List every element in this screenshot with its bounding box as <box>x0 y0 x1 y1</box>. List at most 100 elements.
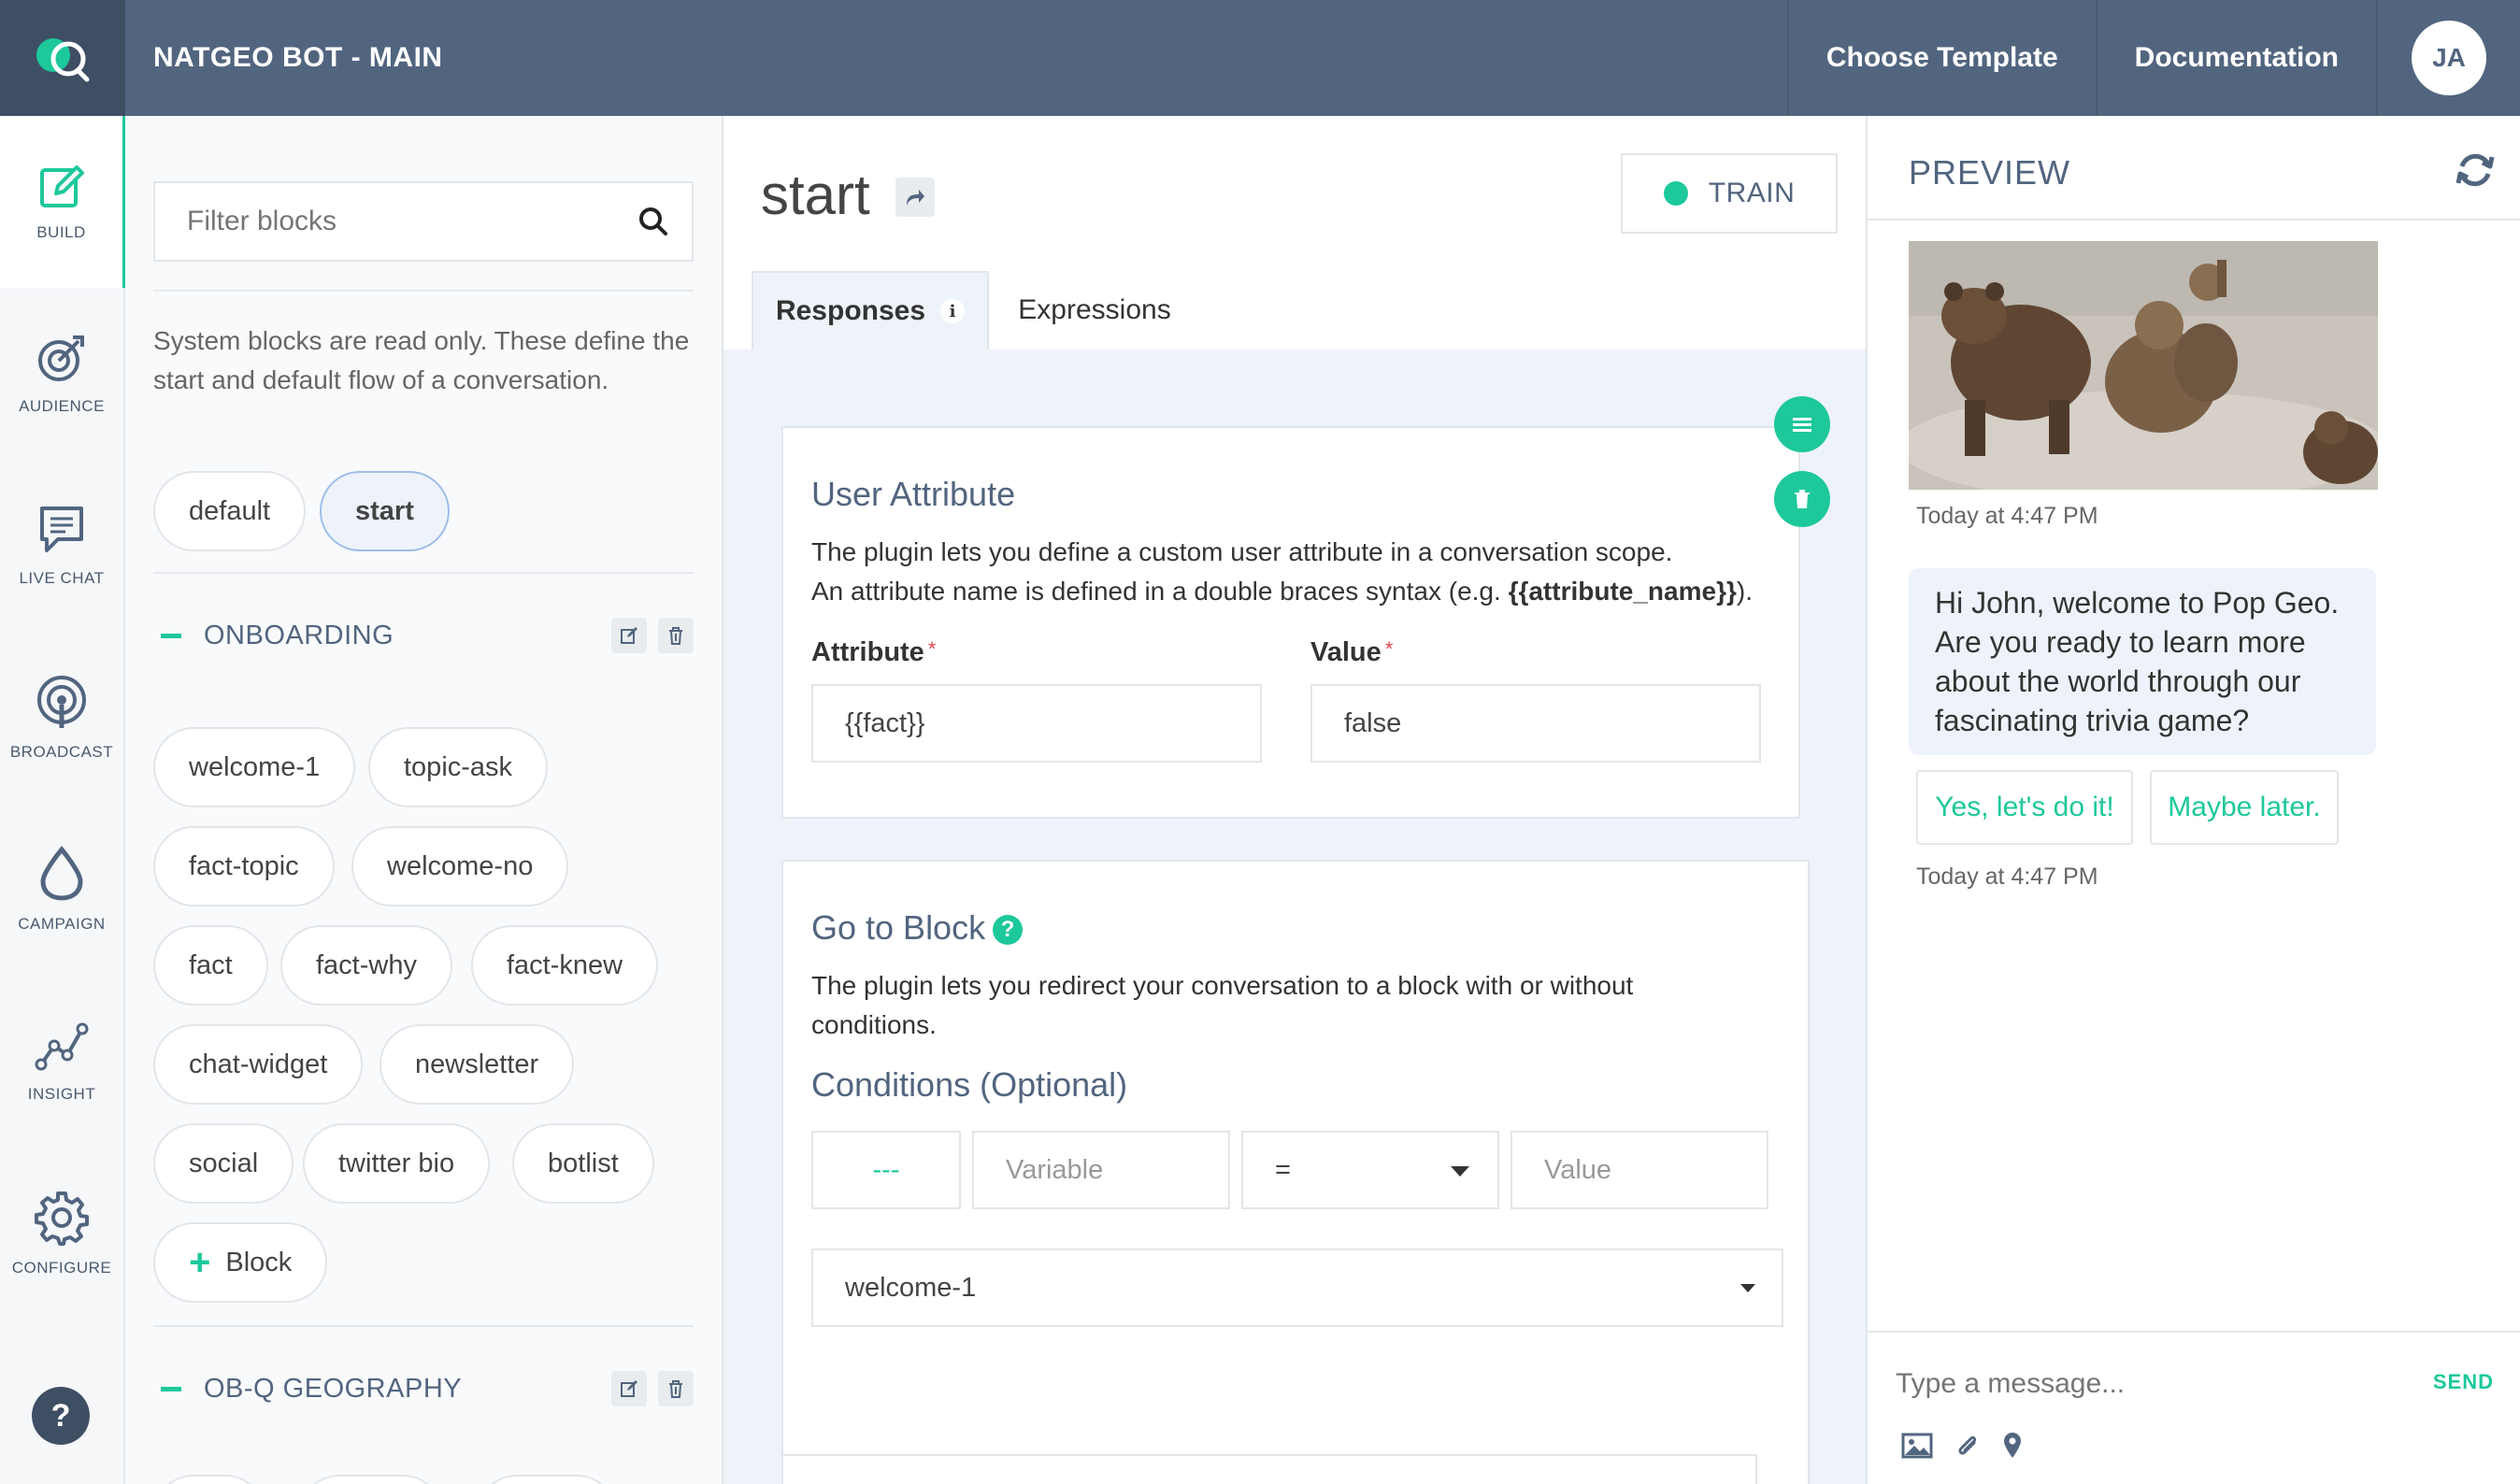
delete-group-button[interactable] <box>658 1371 694 1406</box>
condition-connector[interactable]: --- <box>811 1131 961 1209</box>
message-input[interactable] <box>1896 1361 2363 1407</box>
quick-reply-button[interactable]: Yes, let's do it! <box>1916 770 2133 845</box>
add-block-label: Block <box>225 1247 293 1277</box>
chevron-down-icon <box>1451 1166 1469 1177</box>
tab-label: Expressions <box>1018 294 1171 325</box>
chart-line-icon <box>35 1022 89 1071</box>
add-block-button[interactable]: + Block <box>153 1222 328 1303</box>
refresh-icon[interactable] <box>2455 150 2496 191</box>
plugin-toolbar[interactable] <box>781 1454 1757 1484</box>
operator-select[interactable]: = <box>1241 1131 1499 1209</box>
image-icon[interactable] <box>1901 1433 1933 1459</box>
target-block-select[interactable]: welcome-1 <box>811 1249 1783 1327</box>
share-icon <box>907 190 924 206</box>
filter-blocks-input[interactable] <box>155 183 604 260</box>
help-icon[interactable]: ? <box>993 915 1024 946</box>
share-button[interactable] <box>895 178 935 217</box>
block-pill[interactable]: fact-why <box>280 925 452 1006</box>
group-header-ob-q-geography[interactable]: OB-Q GEOGRAPHY <box>153 1370 694 1407</box>
block-pill[interactable]: fact-topic <box>153 826 335 906</box>
reorder-button[interactable] <box>1774 396 1830 452</box>
app-logo[interactable] <box>0 0 125 116</box>
tab-responses[interactable]: Responses i <box>752 271 989 350</box>
block-pill[interactable]: twitter bio <box>303 1123 491 1204</box>
help-button[interactable]: ? <box>32 1387 90 1445</box>
edit-group-button[interactable] <box>611 618 647 653</box>
block-pill-start[interactable]: start <box>320 471 450 551</box>
block-pill[interactable] <box>477 1475 617 1484</box>
block-editor: start TRAIN Responses i Expressions User… <box>723 116 1866 1484</box>
block-pill-default[interactable]: default <box>153 471 307 551</box>
block-pill[interactable] <box>299 1475 443 1484</box>
block-pill[interactable]: fact-knew <box>471 925 659 1006</box>
description-line: An attribute name is defined in a double… <box>811 577 1753 606</box>
nav-label: BUILD <box>36 223 86 241</box>
logo-icon <box>36 38 90 82</box>
block-pill[interactable] <box>153 1475 265 1484</box>
edit-group-button[interactable] <box>611 1371 647 1406</box>
collapse-icon[interactable] <box>161 633 181 638</box>
nav-live-chat[interactable]: LIVE CHAT <box>0 460 123 632</box>
composer-tools <box>1901 1432 2023 1460</box>
avatar[interactable]: JA <box>2412 21 2486 95</box>
menu-icon <box>1793 418 1811 432</box>
card-title: Go to Block? <box>811 908 1024 948</box>
variable-input[interactable]: Variable <box>972 1131 1230 1209</box>
filter-box[interactable] <box>153 181 694 262</box>
value-input[interactable]: false <box>1310 684 1761 763</box>
drop-icon <box>40 846 83 901</box>
delete-group-button[interactable] <box>658 618 694 653</box>
nav-label: CONFIGURE <box>11 1259 112 1277</box>
attribute-syntax-example: {{attribute_name}} <box>1508 577 1737 606</box>
message-timestamp: Today at 4:47 PM <box>1916 863 2098 890</box>
nav-build[interactable]: BUILD <box>0 116 125 288</box>
block-pill[interactable]: welcome-no <box>351 826 569 906</box>
condition-value-input[interactable]: Value <box>1511 1131 1768 1209</box>
top-bar: NATGEO BOT - MAIN Choose Template Docume… <box>0 0 2520 116</box>
user-attribute-card: User Attribute The plugin lets you defin… <box>781 426 1800 819</box>
bear-photo[interactable] <box>1909 241 2378 490</box>
bear-image <box>1909 241 2378 490</box>
value-label: Value * <box>1310 637 1394 667</box>
block-pill[interactable]: social <box>153 1123 294 1204</box>
block-pill[interactable]: chat-widget <box>153 1024 364 1105</box>
nav-label: AUDIENCE <box>19 397 105 415</box>
documentation-link[interactable]: Documentation <box>2095 0 2376 116</box>
left-nav: BUILD AUDIENCE LIVE CHAT BROADCAST CAMPA… <box>0 116 125 1484</box>
block-pill[interactable]: topic-ask <box>368 727 549 807</box>
train-button[interactable]: TRAIN <box>1621 153 1838 234</box>
block-pill[interactable]: newsletter <box>379 1024 575 1105</box>
quick-reply-button[interactable]: Maybe later. <box>2150 770 2339 845</box>
paperclip-icon[interactable] <box>1955 1432 1980 1460</box>
nav-broadcast[interactable]: BROADCAST <box>0 632 123 804</box>
send-button[interactable]: SEND <box>2433 1370 2494 1394</box>
collapse-icon[interactable] <box>161 1386 181 1391</box>
message-timestamp: Today at 4:47 PM <box>1916 503 2098 529</box>
conditions-label: Conditions (Optional) <box>811 1065 1128 1104</box>
nav-label: INSIGHT <box>27 1085 96 1103</box>
edit-icon <box>621 627 637 644</box>
bot-message-bubble: Hi John, welcome to Pop Geo. Are you rea… <box>1909 568 2376 755</box>
tab-expressions[interactable]: Expressions <box>989 271 1200 350</box>
delete-plugin-button[interactable] <box>1774 471 1830 527</box>
location-pin-icon[interactable] <box>2002 1432 2023 1460</box>
nav-audience[interactable]: AUDIENCE <box>0 288 123 460</box>
info-icon[interactable]: i <box>940 299 966 323</box>
trash-icon <box>669 1380 682 1398</box>
nav-insight[interactable]: INSIGHT <box>0 976 123 1148</box>
choose-template-link[interactable]: Choose Template <box>1786 0 2096 116</box>
attribute-input[interactable]: {{fact}} <box>811 684 1262 763</box>
preview-panel: PREVIEW Today at 4:47 PM Hi John, welcom… <box>1866 116 2520 1484</box>
group-name: OB-Q GEOGRAPHY <box>204 1373 463 1404</box>
train-label: TRAIN <box>1708 178 1796 208</box>
group-header-onboarding[interactable]: ONBOARDING <box>153 617 694 654</box>
search-icon[interactable] <box>637 206 669 237</box>
nav-configure[interactable]: CONFIGURE <box>0 1148 123 1320</box>
nav-campaign[interactable]: CAMPAIGN <box>0 804 123 976</box>
nav-label: LIVE CHAT <box>19 569 105 587</box>
block-pill[interactable]: fact <box>153 925 268 1006</box>
chat-icon <box>40 507 83 552</box>
block-pill[interactable]: welcome-1 <box>153 727 356 807</box>
user-menu[interactable]: JA <box>2376 0 2520 116</box>
block-pill[interactable]: botlist <box>512 1123 654 1204</box>
